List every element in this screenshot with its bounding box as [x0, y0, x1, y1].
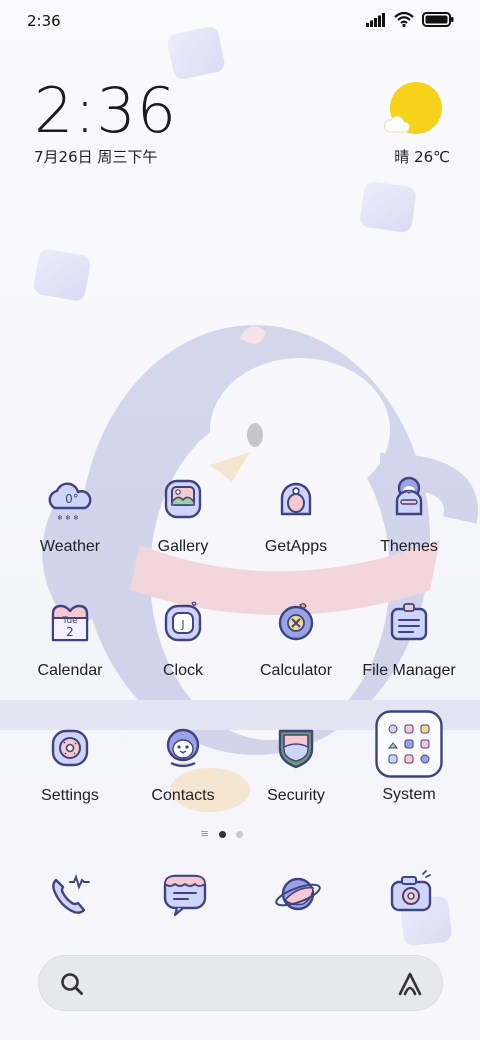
app-label: Settings — [41, 787, 99, 804]
file-manager-icon — [390, 603, 428, 641]
settings-donut-icon — [51, 729, 89, 767]
clock-icon-text: J — [180, 618, 184, 631]
app-label: Calculator — [259, 662, 333, 679]
messages-icon[interactable] — [155, 864, 215, 924]
app-label: Contacts — [151, 787, 215, 804]
themes-penguin-icon — [395, 476, 423, 516]
app-label: Clock — [162, 662, 203, 679]
app-getapps[interactable]: GetApps — [240, 474, 352, 556]
app-label: Calendar — [37, 662, 103, 679]
app-label: Security — [267, 787, 325, 804]
clock-widget[interactable]: 2:36 7月26日 周三下午 — [34, 78, 177, 167]
app-weather[interactable]: 0° ❄ ❄ ❄ Weather — [14, 474, 126, 556]
calendar-icon: Tue 2 — [51, 604, 89, 642]
app-calendar[interactable]: Tue 2 Calendar — [14, 598, 126, 680]
security-shield-icon — [278, 729, 314, 769]
app-security[interactable]: Security — [240, 723, 352, 805]
app-label: Themes — [380, 538, 438, 555]
clock-icon: J — [164, 601, 202, 642]
status-bar: 2:36 — [0, 0, 480, 42]
page-indicator[interactable]: ≡ — [200, 827, 244, 840]
search-icon — [61, 973, 83, 995]
page-dot — [236, 830, 244, 838]
status-time: 2:36 — [27, 12, 61, 30]
app-label: Weather — [39, 538, 101, 555]
cloud-icon — [384, 115, 411, 133]
wifi-icon — [394, 12, 414, 27]
battery-icon — [422, 12, 454, 27]
clock-widget-time: 2:36 — [34, 74, 178, 147]
weather-condition-temp: 晴 26℃ — [394, 148, 450, 166]
signal-icon — [366, 12, 385, 27]
weather-cloud-icon: 0° ❄ ❄ ❄ — [48, 482, 92, 522]
page-dot-active — [219, 830, 227, 838]
camera-icon[interactable] — [381, 864, 441, 924]
calendar-icon-date: 2 — [66, 625, 74, 639]
app-settings[interactable]: Settings — [14, 723, 126, 805]
weather-icon-temp: 0° — [65, 492, 79, 506]
app-clock[interactable]: J Clock — [127, 598, 239, 680]
app-gallery[interactable]: Gallery — [127, 474, 239, 556]
assistant-icon[interactable] — [396, 970, 424, 998]
app-label: System — [382, 786, 436, 803]
app-label: Gallery — [157, 538, 209, 555]
app-system-folder[interactable]: System — [353, 710, 465, 804]
app-calculator[interactable]: Calculator — [240, 598, 352, 680]
menu-lines-icon: ≡ — [200, 827, 210, 840]
search-bar[interactable] — [38, 955, 443, 1011]
getapps-icon — [280, 482, 312, 516]
weather-icon-snow: ❄ ❄ ❄ — [57, 514, 79, 522]
app-contacts[interactable]: Contacts — [127, 723, 239, 805]
clock-widget-date: 7月26日 周三下午 — [34, 148, 158, 166]
app-label: GetApps — [264, 538, 328, 555]
system-folder-icon — [375, 710, 443, 778]
app-label: File Manager — [362, 662, 456, 679]
status-icons — [366, 12, 454, 27]
gallery-icon — [164, 479, 202, 519]
app-themes[interactable]: Themes — [353, 474, 465, 556]
contacts-penguin-icon — [166, 728, 200, 768]
browser-planet-icon[interactable] — [268, 864, 328, 924]
calculator-icon — [278, 603, 314, 641]
phone-icon[interactable] — [40, 864, 100, 924]
app-file-manager[interactable]: File Manager — [353, 598, 465, 680]
